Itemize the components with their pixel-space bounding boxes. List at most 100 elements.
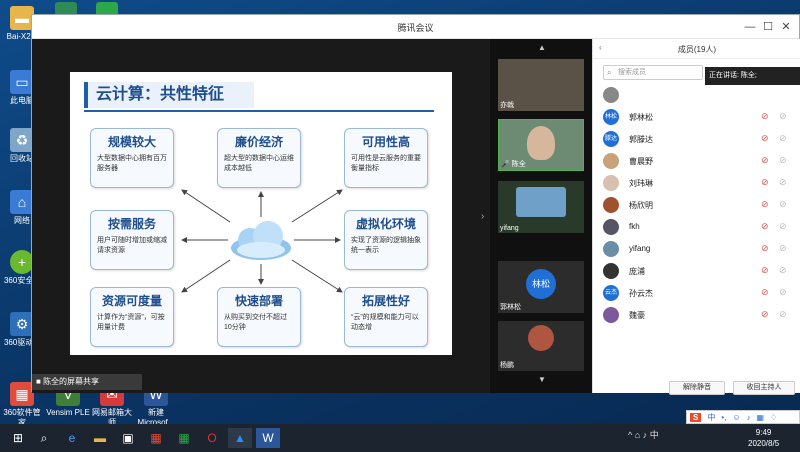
- camera-off-icon[interactable]: ⊘: [779, 111, 789, 123]
- chevron-down-icon[interactable]: ▼: [538, 375, 546, 384]
- video-tile-label: 🎤 陈全: [501, 161, 526, 168]
- app-icon[interactable]: ▦: [144, 428, 168, 448]
- opera-browser-icon[interactable]: O: [200, 428, 224, 448]
- avatar: [603, 263, 619, 279]
- slide-card-on-demand: 按需服务 用户可随时增加或缩减请求资源: [90, 210, 174, 270]
- camera-off-icon[interactable]: ⊘: [779, 265, 789, 277]
- close-button[interactable]: ✕: [778, 19, 794, 35]
- mic-muted-icon[interactable]: ⊘: [761, 177, 771, 189]
- mic-muted-icon[interactable]: ⊘: [761, 133, 771, 145]
- avatar: 云杰: [603, 285, 619, 301]
- ime-indicator[interactable]: 中: [650, 430, 659, 440]
- card-desc: 计算作为“资源”，可按用量计费: [97, 314, 165, 331]
- search-icon[interactable]: ⌕: [32, 428, 56, 448]
- card-title: 快速部署: [234, 294, 283, 308]
- app-green-icon[interactable]: ▦: [172, 428, 196, 448]
- member-name: 曹晨野: [629, 157, 653, 166]
- minimize-button[interactable]: —: [742, 19, 758, 35]
- video-thumbnail: [516, 187, 566, 217]
- reclaim-host-button[interactable]: 收回主持人: [733, 381, 795, 395]
- video-tile[interactable]: 亦戟: [498, 59, 584, 111]
- ime-mode-label: 中: [707, 412, 716, 422]
- unmute-all-button[interactable]: 解除静音: [669, 381, 725, 395]
- members-panel-header: ‹ 成员(19人): [593, 39, 800, 59]
- avatar: [528, 325, 554, 351]
- word-icon[interactable]: W: [256, 428, 280, 448]
- mic-muted-icon[interactable]: ⊘: [761, 155, 771, 167]
- card-desc: 大型数据中心拥有百万服务器: [97, 155, 167, 172]
- screen-share-status[interactable]: ■ 陈全的屏幕共享: [32, 374, 142, 390]
- card-title: 资源可度量: [101, 294, 162, 308]
- camera-off-icon[interactable]: ⊘: [779, 155, 789, 167]
- slide-card-economy: 廉价经济 超大型的数据中心运维成本越低: [217, 128, 301, 188]
- member-row[interactable]: 云杰 孙云杰 ⊘ ⊘: [603, 283, 793, 303]
- mic-muted-icon[interactable]: ⊘: [761, 243, 771, 255]
- desktop-icon-label: Vensim PLE: [46, 408, 90, 417]
- card-title: 规模较大: [107, 135, 156, 149]
- card-title: 拓展性好: [361, 294, 410, 308]
- chevron-up-icon[interactable]: ▲: [538, 43, 546, 52]
- search-icon: ⌕: [607, 68, 612, 77]
- member-search-input[interactable]: ⌕ 搜索成员: [603, 65, 703, 80]
- camera-off-icon[interactable]: ⊘: [779, 287, 789, 299]
- maximize-button[interactable]: ☐: [760, 19, 776, 35]
- member-name: 庞浦: [629, 267, 645, 276]
- system-clock[interactable]: 9:49 2020/8/5: [748, 427, 779, 449]
- video-tile-active-speaker[interactable]: 🎤 陈全: [498, 119, 584, 171]
- camera-off-icon[interactable]: ⊘: [779, 309, 789, 321]
- card-desc: “云”的规模和能力可以动态增: [351, 314, 419, 331]
- speaker-face: [527, 126, 555, 160]
- member-row[interactable]: 林松 郭林松 ⊘ ⊘: [603, 107, 793, 127]
- slide-card-virtualization: 虚拟化环境 实现了资源的逻辑抽象统一表示: [344, 210, 428, 270]
- member-row[interactable]: 魏豪 ⊘ ⊘: [603, 305, 793, 325]
- mic-muted-icon[interactable]: ⊘: [761, 199, 771, 211]
- card-title: 按需服务: [107, 217, 156, 231]
- members-panel: ‹ 成员(19人) ⌕ 搜索成员 正在讲话: 陈全; 林松 郭林松 ⊘ ⊘ 滕达…: [592, 39, 800, 395]
- member-row[interactable]: 庞浦 ⊘ ⊘: [603, 261, 793, 281]
- chevron-right-icon[interactable]: ›: [481, 211, 484, 222]
- sogou-ime-toolbar[interactable]: S 中 •, ☺ ♪ ▦ ♢: [686, 410, 800, 424]
- camera-off-icon[interactable]: ⊘: [779, 221, 789, 233]
- mic-muted-icon[interactable]: ⊘: [761, 287, 771, 299]
- member-row[interactable]: fkh ⊘ ⊘: [603, 217, 793, 237]
- video-tile-label: 郭林松: [500, 304, 521, 311]
- file-explorer-icon[interactable]: ▬: [88, 428, 112, 448]
- camera-off-icon[interactable]: ⊘: [779, 243, 789, 255]
- member-row[interactable]: 杨欣明 ⊘ ⊘: [603, 195, 793, 215]
- keyboard-icon: ▦: [756, 412, 765, 422]
- shared-slide: 云计算：共性特征 规模较大 大型数据中心拥有百万服务器 廉价经济 超大型的数据中…: [70, 72, 452, 355]
- mic-muted-icon[interactable]: ⊘: [761, 309, 771, 321]
- mic-muted-icon[interactable]: ⊘: [761, 111, 771, 123]
- member-row[interactable]: [603, 85, 793, 105]
- member-name: fkh: [629, 222, 640, 231]
- microphone-icon: ♪: [746, 412, 751, 422]
- video-tile[interactable]: 林松 郭林松: [498, 261, 584, 313]
- speaking-indicator: 正在讲话: 陈全;: [705, 67, 800, 85]
- member-row[interactable]: 滕达 郭滕达 ⊘ ⊘: [603, 129, 793, 149]
- chevron-up-icon[interactable]: ^: [628, 430, 635, 440]
- title-bar: 腾讯会议 — ☐ ✕: [32, 15, 799, 39]
- card-title: 廉价经济: [234, 135, 283, 149]
- edge-browser-icon[interactable]: e: [60, 428, 84, 448]
- system-tray[interactable]: ^ ⌂ ♪ 中: [628, 428, 659, 441]
- member-row[interactable]: yifang ⊘ ⊘: [603, 239, 793, 259]
- store-icon[interactable]: ▣: [116, 428, 140, 448]
- camera-off-icon[interactable]: ⊘: [779, 199, 789, 211]
- member-row[interactable]: 曹晨野 ⊘ ⊘: [603, 151, 793, 171]
- video-tile[interactable]: yifang: [498, 181, 584, 233]
- members-count-title: 成员(19人): [677, 45, 717, 54]
- video-tile[interactable]: 杨鹏: [498, 321, 584, 371]
- member-name: 刘玮琳: [629, 179, 653, 188]
- slide-card-scalability: 拓展性好 “云”的规模和能力可以动态增: [344, 287, 428, 347]
- camera-off-icon[interactable]: ⊘: [779, 133, 789, 145]
- member-row[interactable]: 刘玮琳 ⊘ ⊘: [603, 173, 793, 193]
- windows-start-icon[interactable]: ⊞: [6, 428, 30, 448]
- network-icon[interactable]: ⌂: [635, 430, 643, 440]
- volume-icon[interactable]: ♪: [643, 430, 650, 440]
- camera-off-icon[interactable]: ⊘: [779, 177, 789, 189]
- mic-muted-icon[interactable]: ⊘: [761, 221, 771, 233]
- skin-icon: ♢: [770, 412, 778, 422]
- avatar: 滕达: [603, 131, 619, 147]
- tencent-meeting-icon[interactable]: ▲: [228, 428, 252, 448]
- mic-muted-icon[interactable]: ⊘: [761, 265, 771, 277]
